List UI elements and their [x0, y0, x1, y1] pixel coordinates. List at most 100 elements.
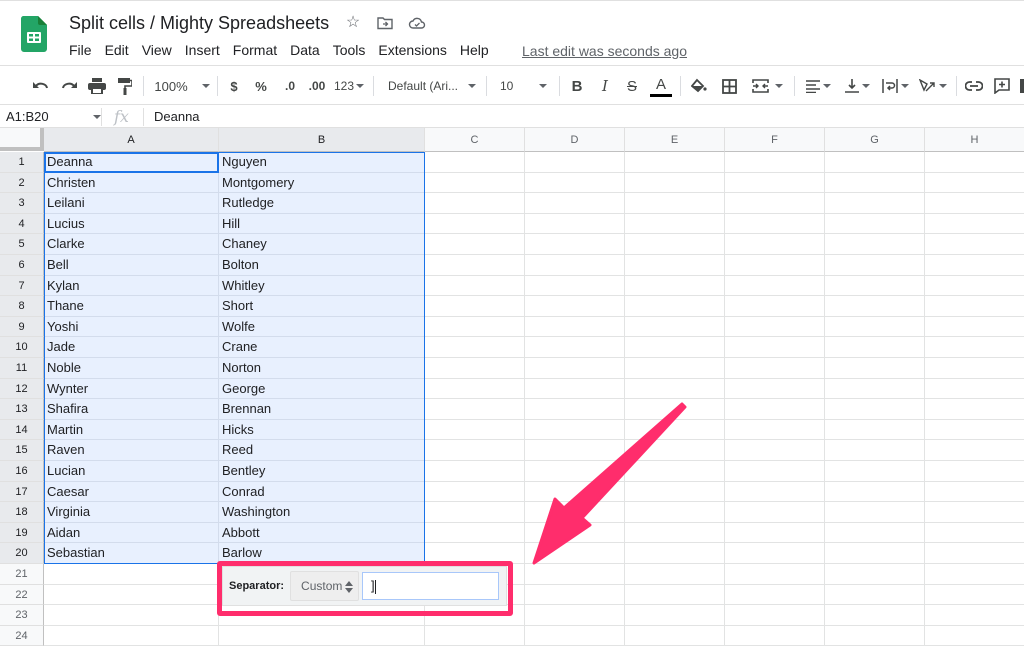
column-header-e[interactable]: E — [625, 128, 725, 152]
cell-f12[interactable] — [725, 378, 825, 400]
cell-a15[interactable]: Raven — [44, 440, 219, 461]
column-header-d[interactable]: D — [525, 128, 625, 152]
separator-select[interactable]: Custom — [290, 571, 360, 601]
cell-c20[interactable] — [425, 543, 525, 564]
cell-g12[interactable] — [825, 378, 925, 400]
menu-format[interactable]: Format — [233, 42, 283, 58]
cell-d15[interactable] — [525, 440, 625, 461]
cell-e11[interactable] — [625, 358, 725, 379]
cell-g1[interactable] — [825, 152, 925, 173]
cell-d14[interactable] — [525, 419, 625, 441]
text-color-button[interactable]: A — [650, 67, 672, 105]
row-header[interactable]: 18 — [0, 502, 44, 523]
cell-e16[interactable] — [625, 461, 725, 482]
cell-g17[interactable] — [825, 481, 925, 503]
cell-b17[interactable]: Conrad — [219, 481, 425, 503]
cell-c5[interactable] — [425, 234, 525, 255]
cell-c4[interactable] — [425, 213, 525, 235]
cell-a7[interactable]: Kylan — [44, 275, 219, 297]
row-header[interactable]: 1 — [0, 152, 44, 173]
spreadsheet-grid[interactable]: A B C D E F G H 1 Deanna Nguyen 2 Christen Montgomery… — [0, 128, 1024, 646]
cell-a6[interactable]: Bell — [44, 255, 219, 276]
cell-d11[interactable] — [525, 358, 625, 379]
cell-e18[interactable] — [625, 502, 725, 523]
cell-c15[interactable] — [425, 440, 525, 461]
cell-c11[interactable] — [425, 358, 525, 379]
font-size-select[interactable]: 10 — [500, 67, 552, 105]
cell-a8[interactable]: Thane — [44, 296, 219, 317]
cell-a19[interactable]: Aidan — [44, 522, 219, 544]
cell-d21[interactable] — [525, 564, 625, 585]
row-header[interactable]: 20 — [0, 543, 44, 564]
cell-g18[interactable] — [825, 502, 925, 523]
print-button[interactable] — [86, 67, 108, 105]
undo-button[interactable] — [30, 67, 52, 105]
percent-format-button[interactable]: % — [253, 67, 269, 105]
cell-a14[interactable]: Martin — [44, 419, 219, 441]
cell-c12[interactable] — [425, 378, 525, 400]
cell-f2[interactable] — [725, 172, 825, 194]
cell-h3[interactable] — [925, 193, 1024, 214]
cell-d7[interactable] — [525, 275, 625, 297]
cell-f10[interactable] — [725, 337, 825, 358]
cell-b7[interactable]: Whitley — [219, 275, 425, 297]
italic-button[interactable]: I — [596, 67, 614, 105]
cell-a21[interactable] — [44, 564, 219, 585]
cell-a22[interactable] — [44, 584, 219, 606]
text-rotation-button[interactable] — [916, 67, 950, 105]
row-header[interactable]: 4 — [0, 213, 44, 235]
cell-e21[interactable] — [625, 564, 725, 585]
cell-a17[interactable]: Caesar — [44, 481, 219, 503]
cell-a20[interactable]: Sebastian — [44, 543, 219, 564]
cell-d2[interactable] — [525, 172, 625, 194]
cell-f6[interactable] — [725, 255, 825, 276]
row-header[interactable]: 21 — [0, 564, 44, 585]
select-all-corner[interactable] — [0, 128, 44, 151]
menu-edit[interactable]: Edit — [105, 42, 135, 58]
cell-b2[interactable]: Montgomery — [219, 172, 425, 194]
row-header[interactable]: 17 — [0, 481, 44, 503]
column-header-h[interactable]: H — [925, 128, 1024, 152]
cell-h19[interactable] — [925, 523, 1024, 544]
row-header[interactable]: 5 — [0, 234, 44, 255]
insert-link-button[interactable] — [963, 67, 985, 105]
cell-b23[interactable] — [219, 605, 425, 626]
cloud-saved-icon[interactable] — [408, 14, 426, 32]
cell-e24[interactable] — [625, 625, 725, 646]
redo-button[interactable] — [58, 67, 80, 105]
cell-b6[interactable]: Bolton — [219, 255, 425, 276]
row-header[interactable]: 16 — [0, 461, 44, 482]
cell-e22[interactable] — [625, 584, 725, 606]
cell-f22[interactable] — [725, 584, 825, 606]
cell-g4[interactable] — [825, 213, 925, 235]
cell-c3[interactable] — [425, 193, 525, 214]
row-header[interactable]: 8 — [0, 296, 44, 317]
name-box[interactable]: A1:B20 — [6, 109, 49, 124]
menu-extensions[interactable]: Extensions — [378, 42, 452, 58]
cell-b20[interactable]: Barlow — [219, 543, 425, 564]
cell-a11[interactable]: Noble — [44, 358, 219, 379]
cell-c1[interactable] — [425, 152, 525, 173]
cell-b5[interactable]: Chaney — [219, 234, 425, 255]
cell-c10[interactable] — [425, 337, 525, 358]
cell-d8[interactable] — [525, 296, 625, 317]
last-edit-link[interactable]: Last edit was seconds ago — [522, 43, 687, 59]
cell-e3[interactable] — [625, 193, 725, 214]
cell-b11[interactable]: Norton — [219, 358, 425, 379]
cell-d19[interactable] — [525, 522, 625, 544]
cell-a24[interactable] — [44, 625, 219, 646]
cell-f19[interactable] — [725, 522, 825, 544]
cell-a10[interactable]: Jade — [44, 337, 219, 358]
cell-a4[interactable]: Lucius — [44, 213, 219, 235]
cell-g6[interactable] — [825, 255, 925, 276]
cell-e6[interactable] — [625, 255, 725, 276]
cell-a5[interactable]: Clarke — [44, 234, 219, 255]
cell-f9[interactable] — [725, 316, 825, 338]
menu-data[interactable]: Data — [290, 42, 326, 58]
cell-h16[interactable] — [925, 461, 1024, 482]
cell-f13[interactable] — [725, 399, 825, 420]
column-header-b[interactable]: B — [219, 128, 425, 152]
cell-d9[interactable] — [525, 316, 625, 338]
chevron-down-icon[interactable] — [93, 115, 101, 119]
row-header[interactable]: 12 — [0, 378, 44, 400]
